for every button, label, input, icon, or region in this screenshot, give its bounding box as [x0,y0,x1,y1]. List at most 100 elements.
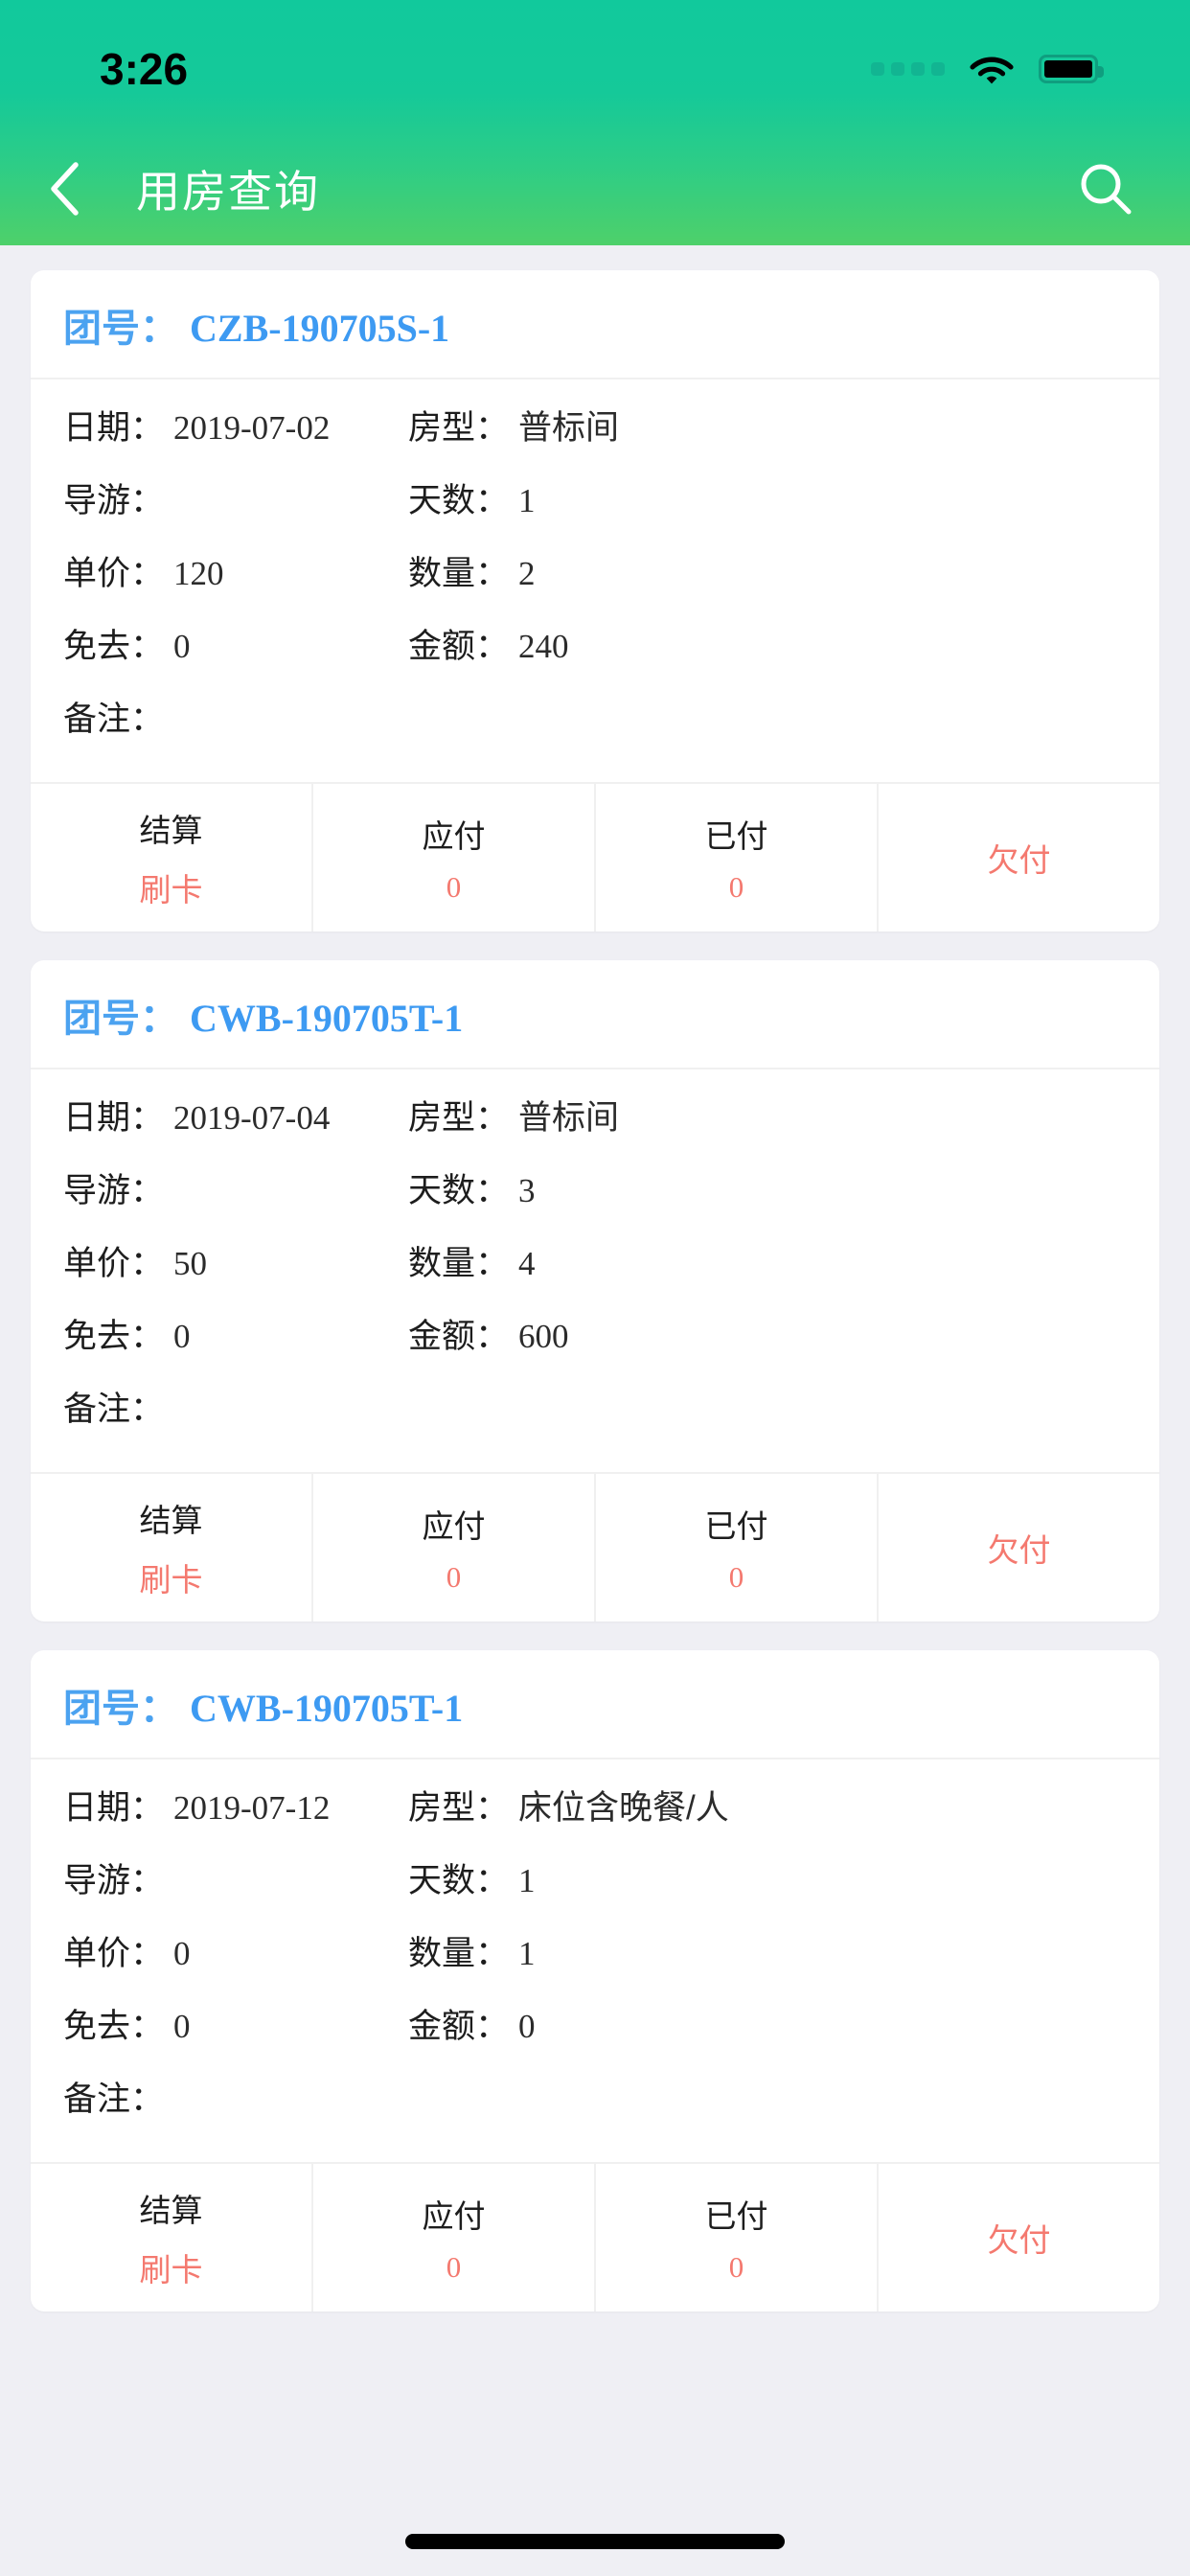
days-label: 天数： [408,482,510,519]
unpaid-column[interactable]: 欠付 [879,1474,1159,1622]
result-list: 团号： CZB-190705S-1 日期： 2019-07-02 房型： 普标间… [0,245,1190,2312]
detail-row: 日期： 2019-07-02 房型： 普标间 [63,401,1127,473]
date-value: 2019-07-04 [173,1099,331,1137]
room-type-value: 普标间 [518,1099,620,1137]
home-indicator[interactable] [405,2534,785,2549]
remark-field: 备注： [63,2072,1127,2121]
room-type-field: 房型： 普标间 [408,1091,1127,1139]
settlement-value: 刷卡 [139,1562,203,1598]
paid-value: 0 [728,870,744,904]
amount-field: 金额： 0 [408,1999,1127,2048]
days-value: 1 [518,482,536,519]
card-header: 团号： CWB-190705T-1 [31,960,1159,1070]
back-button[interactable] [48,155,111,222]
detail-row: 导游： 天数： 3 [63,1163,1127,1236]
group-no-value: CWB-190705T-1 [190,997,464,1040]
group-no-value: CWB-190705T-1 [190,1687,464,1730]
waived-field: 免去： 0 [63,619,408,668]
unpaid-label: 欠付 [987,1532,1051,1568]
page-title: 用房查询 [136,167,320,217]
unit-price-value: 50 [173,1245,208,1282]
quantity-field: 数量： 4 [408,1236,1127,1285]
search-button[interactable] [1071,154,1140,223]
guide-field: 导游： [63,1853,408,1902]
settlement-value: 刷卡 [139,2252,203,2288]
payable-value: 0 [446,1560,462,1594]
payable-label: 应付 [422,2198,486,2234]
detail-row: 日期： 2019-07-04 房型： 普标间 [63,1091,1127,1163]
card-footer: 结算 刷卡 应付 0 已付 0 欠付 [31,1472,1159,1622]
quantity-value: 1 [518,1935,536,1972]
detail-row: 免去： 0 金额： 600 [63,1309,1127,1382]
unpaid-column[interactable]: 欠付 [879,2164,1159,2312]
payable-value: 0 [446,2250,462,2284]
days-label: 天数： [408,1862,510,1899]
paid-value: 0 [728,1560,744,1594]
status-bar-clock: 3:26 [100,44,189,94]
payable-label: 应付 [422,818,486,854]
list-item[interactable]: 团号： CWB-190705T-1 日期： 2019-07-12 房型： 床位含… [31,1650,1159,2312]
room-type-label: 房型： [408,409,510,447]
days-value: 1 [518,1862,536,1899]
remark-label: 备注： [63,2081,165,2118]
navigation-bar: 用房查询 [0,132,1190,245]
paid-column[interactable]: 已付 0 [596,1474,879,1622]
date-label: 日期： [63,1099,165,1137]
room-type-field: 房型： 床位含晚餐/人 [408,1781,1127,1829]
unit-price-field: 单价： 50 [63,1236,408,1285]
wifi-icon [970,57,1014,84]
waived-field: 免去： 0 [63,1999,408,2048]
quantity-value: 4 [518,1245,536,1282]
settlement-column[interactable]: 结算 刷卡 [31,2164,313,2312]
room-type-label: 房型： [408,1789,510,1827]
paid-label: 已付 [704,2198,768,2234]
paid-column[interactable]: 已付 0 [596,2164,879,2312]
amount-value: 600 [518,1318,569,1355]
days-value: 3 [518,1172,536,1209]
waived-value: 0 [173,2008,191,2045]
quantity-label: 数量： [408,1935,510,1972]
date-field: 日期： 2019-07-04 [63,1091,408,1139]
group-no-label: 团号： [63,998,178,1040]
quantity-label: 数量： [408,555,510,592]
detail-row: 备注： [63,692,1127,765]
list-item[interactable]: 团号： CWB-190705T-1 日期： 2019-07-04 房型： 普标间… [31,960,1159,1622]
signal-dots-icon [871,62,945,76]
detail-row: 单价： 120 数量： 2 [63,546,1127,619]
settlement-value: 刷卡 [139,872,203,908]
days-field: 天数： 3 [408,1163,1127,1212]
waived-value: 0 [173,1318,191,1355]
room-type-value: 床位含晚餐/人 [518,1789,729,1827]
settlement-label: 结算 [139,1503,203,1538]
date-label: 日期： [63,409,165,447]
date-value: 2019-07-12 [173,1789,331,1827]
payable-column[interactable]: 应付 0 [313,2164,596,2312]
guide-label: 导游： [63,1172,165,1209]
unit-price-value: 120 [173,555,224,592]
payable-column[interactable]: 应付 0 [313,784,596,932]
list-item[interactable]: 团号： CZB-190705S-1 日期： 2019-07-02 房型： 普标间… [31,270,1159,932]
amount-label: 金额： [408,1318,510,1355]
paid-value: 0 [728,2250,744,2284]
battery-full-icon [1039,55,1104,83]
days-field: 天数： 1 [408,1853,1127,1902]
payable-column[interactable]: 应付 0 [313,1474,596,1622]
settlement-column[interactable]: 结算 刷卡 [31,784,313,932]
unit-price-field: 单价： 0 [63,1926,408,1975]
date-label: 日期： [63,1789,165,1827]
unpaid-label: 欠付 [987,2222,1051,2258]
unpaid-label: 欠付 [987,842,1051,878]
unpaid-column[interactable]: 欠付 [879,784,1159,932]
detail-row: 免去： 0 金额： 240 [63,619,1127,692]
detail-row: 导游： 天数： 1 [63,1853,1127,1926]
settlement-column[interactable]: 结算 刷卡 [31,1474,313,1622]
unit-price-value: 0 [173,1935,191,1972]
quantity-field: 数量： 2 [408,546,1127,595]
date-field: 日期： 2019-07-02 [63,401,408,449]
room-type-value: 普标间 [518,409,620,447]
waived-label: 免去： [63,2008,165,2045]
paid-column[interactable]: 已付 0 [596,784,879,932]
amount-label: 金额： [408,628,510,665]
payable-value: 0 [446,870,462,904]
remark-label: 备注： [63,1391,165,1428]
